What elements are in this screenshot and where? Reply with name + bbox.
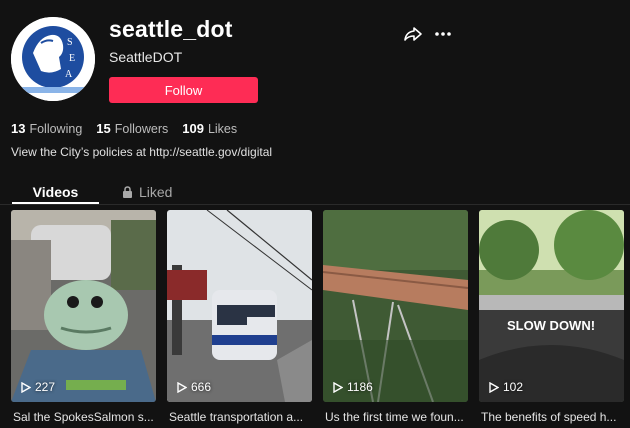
tab-videos-label: Videos	[32, 184, 79, 200]
svg-text:A: A	[65, 69, 73, 80]
more-options-icon[interactable]	[433, 25, 453, 43]
tab-liked-label: Liked	[139, 184, 173, 200]
avatar[interactable]: S E A	[11, 17, 95, 101]
video-card[interactable]: 227 Sal the SpokesSalmon s...	[11, 210, 156, 424]
play-icon	[489, 381, 499, 393]
profile-username: seattle_dot	[109, 16, 233, 42]
play-icon	[177, 381, 187, 393]
tab-videos[interactable]: Videos	[12, 180, 99, 204]
video-thumbnail: 666	[167, 210, 312, 402]
svg-text:E: E	[69, 53, 75, 64]
profile-stats: 13 Following 15 Followers 109 Likes	[11, 121, 237, 136]
following-stat[interactable]: 13 Following	[11, 121, 82, 136]
share-icon[interactable]	[403, 25, 423, 43]
followers-count: 15	[96, 121, 111, 136]
view-count: 227	[21, 380, 55, 394]
profile-display-name: SeattleDOT	[109, 49, 183, 65]
tab-liked[interactable]: Liked	[122, 180, 172, 204]
svg-text:S: S	[67, 37, 73, 48]
video-thumbnail: SLOW DOWN! 102	[479, 210, 624, 402]
video-thumbnail: 1186	[323, 210, 468, 402]
likes-stat: 109 Likes	[182, 121, 237, 136]
video-caption: The benefits of speed h...	[481, 410, 617, 424]
tab-divider	[0, 204, 630, 205]
likes-count: 109	[182, 121, 204, 136]
likes-label: Likes	[207, 122, 238, 136]
play-icon	[333, 381, 343, 393]
view-count: 102	[489, 380, 523, 394]
video-thumbnail: 227	[11, 210, 156, 402]
following-count: 13	[11, 121, 26, 136]
follow-button[interactable]: Follow	[109, 77, 258, 103]
thumb-overlay-text: SLOW DOWN!	[507, 318, 595, 333]
view-count: 666	[177, 380, 211, 394]
video-card[interactable]: 1186 Us the first time we foun...	[323, 210, 468, 424]
lock-icon	[123, 186, 132, 198]
video-caption: Us the first time we foun...	[325, 410, 464, 424]
seattle-seal-icon: S E A	[11, 17, 95, 101]
following-label: Following	[29, 122, 83, 136]
followers-label: Followers	[114, 122, 169, 136]
profile-bio: View the City’s policies at http://seatt…	[11, 145, 273, 159]
video-card[interactable]: 666 Seattle transportation a...	[167, 210, 312, 424]
followers-stat[interactable]: 15 Followers	[96, 121, 168, 136]
video-caption: Seattle transportation a...	[169, 410, 304, 424]
video-card[interactable]: SLOW DOWN! 102 The benefits of speed h..…	[479, 210, 624, 424]
view-count: 1186	[333, 380, 373, 394]
play-icon	[21, 381, 31, 393]
video-caption: Sal the SpokesSalmon s...	[13, 410, 154, 424]
